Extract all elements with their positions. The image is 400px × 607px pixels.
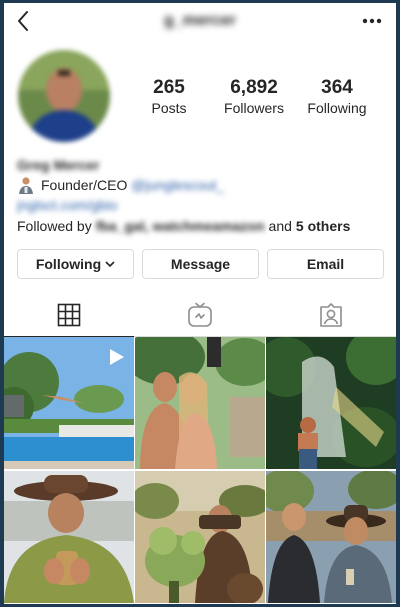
- followers-label: Followers: [224, 100, 284, 116]
- profile-bio: Greg Mercer Founder/CEO @junglescout_ jn…: [17, 155, 387, 237]
- followed-by-prefix: Followed by: [17, 218, 92, 234]
- grid-photo-pool[interactable]: [4, 337, 134, 469]
- followed-by[interactable]: Followed by fba_gal, watchmeamazon and 5…: [17, 215, 387, 237]
- grid-icon: [57, 303, 81, 326]
- posts-label: Posts: [151, 100, 187, 116]
- posts-count: 265: [153, 77, 185, 98]
- profile-screen: g_mercer 265 Posts 6,892 Followers 364 F…: [4, 3, 396, 604]
- avatar[interactable]: [18, 50, 110, 142]
- profile-tabs: [4, 293, 396, 337]
- top-bar: g_mercer: [4, 3, 396, 39]
- message-button-label: Message: [170, 256, 231, 272]
- posts-stat[interactable]: 265 Posts: [124, 77, 214, 117]
- person-emoji-icon: [17, 176, 35, 194]
- more-options-button[interactable]: [360, 11, 384, 31]
- message-button[interactable]: Message: [142, 249, 259, 279]
- following-button[interactable]: Following: [17, 249, 134, 279]
- more-dots-icon: [362, 18, 382, 24]
- tagged-user-icon: [320, 303, 342, 327]
- followed-by-others: 5 others: [295, 218, 351, 234]
- igtv-icon: [188, 302, 212, 327]
- tab-tagged[interactable]: [266, 293, 396, 337]
- grid-photo-cowboy-hat[interactable]: [4, 471, 134, 603]
- grid-photo-friends[interactable]: [266, 471, 396, 603]
- followers-count: 6,892: [230, 77, 278, 98]
- grid-photo-waterfall[interactable]: [266, 337, 396, 469]
- tab-igtv[interactable]: [135, 293, 265, 337]
- profile-full-name: Greg Mercer: [17, 157, 100, 173]
- following-count: 364: [321, 77, 353, 98]
- email-button-label: Email: [306, 256, 345, 272]
- following-stat[interactable]: 364 Following: [292, 77, 382, 117]
- photo-grid: [4, 337, 396, 604]
- grid-photo-cactus[interactable]: [135, 471, 265, 603]
- grid-photo-couple[interactable]: [135, 337, 265, 469]
- chevron-down-icon: [105, 261, 115, 268]
- bio-mention-link[interactable]: @junglescout_: [131, 175, 224, 195]
- email-button[interactable]: Email: [267, 249, 384, 279]
- profile-stats: 265 Posts 6,892 Followers 364 Following: [134, 77, 384, 121]
- followed-by-and: and: [268, 218, 292, 234]
- profile-actions: Following Message Email: [17, 249, 387, 279]
- profile-username: g_mercer: [163, 12, 237, 29]
- bio-website-link[interactable]: jnglsct.com/gbio: [17, 195, 117, 215]
- following-button-label: Following: [35, 256, 102, 272]
- followers-stat[interactable]: 6,892 Followers: [209, 77, 299, 117]
- following-label: Following: [307, 100, 367, 116]
- bio-role-line: Founder/CEO @junglescout_: [17, 175, 387, 195]
- tab-grid[interactable]: [4, 293, 134, 337]
- bio-role: Founder/CEO: [41, 177, 128, 193]
- followed-by-names: fba_gal, watchmeamazon: [95, 218, 265, 234]
